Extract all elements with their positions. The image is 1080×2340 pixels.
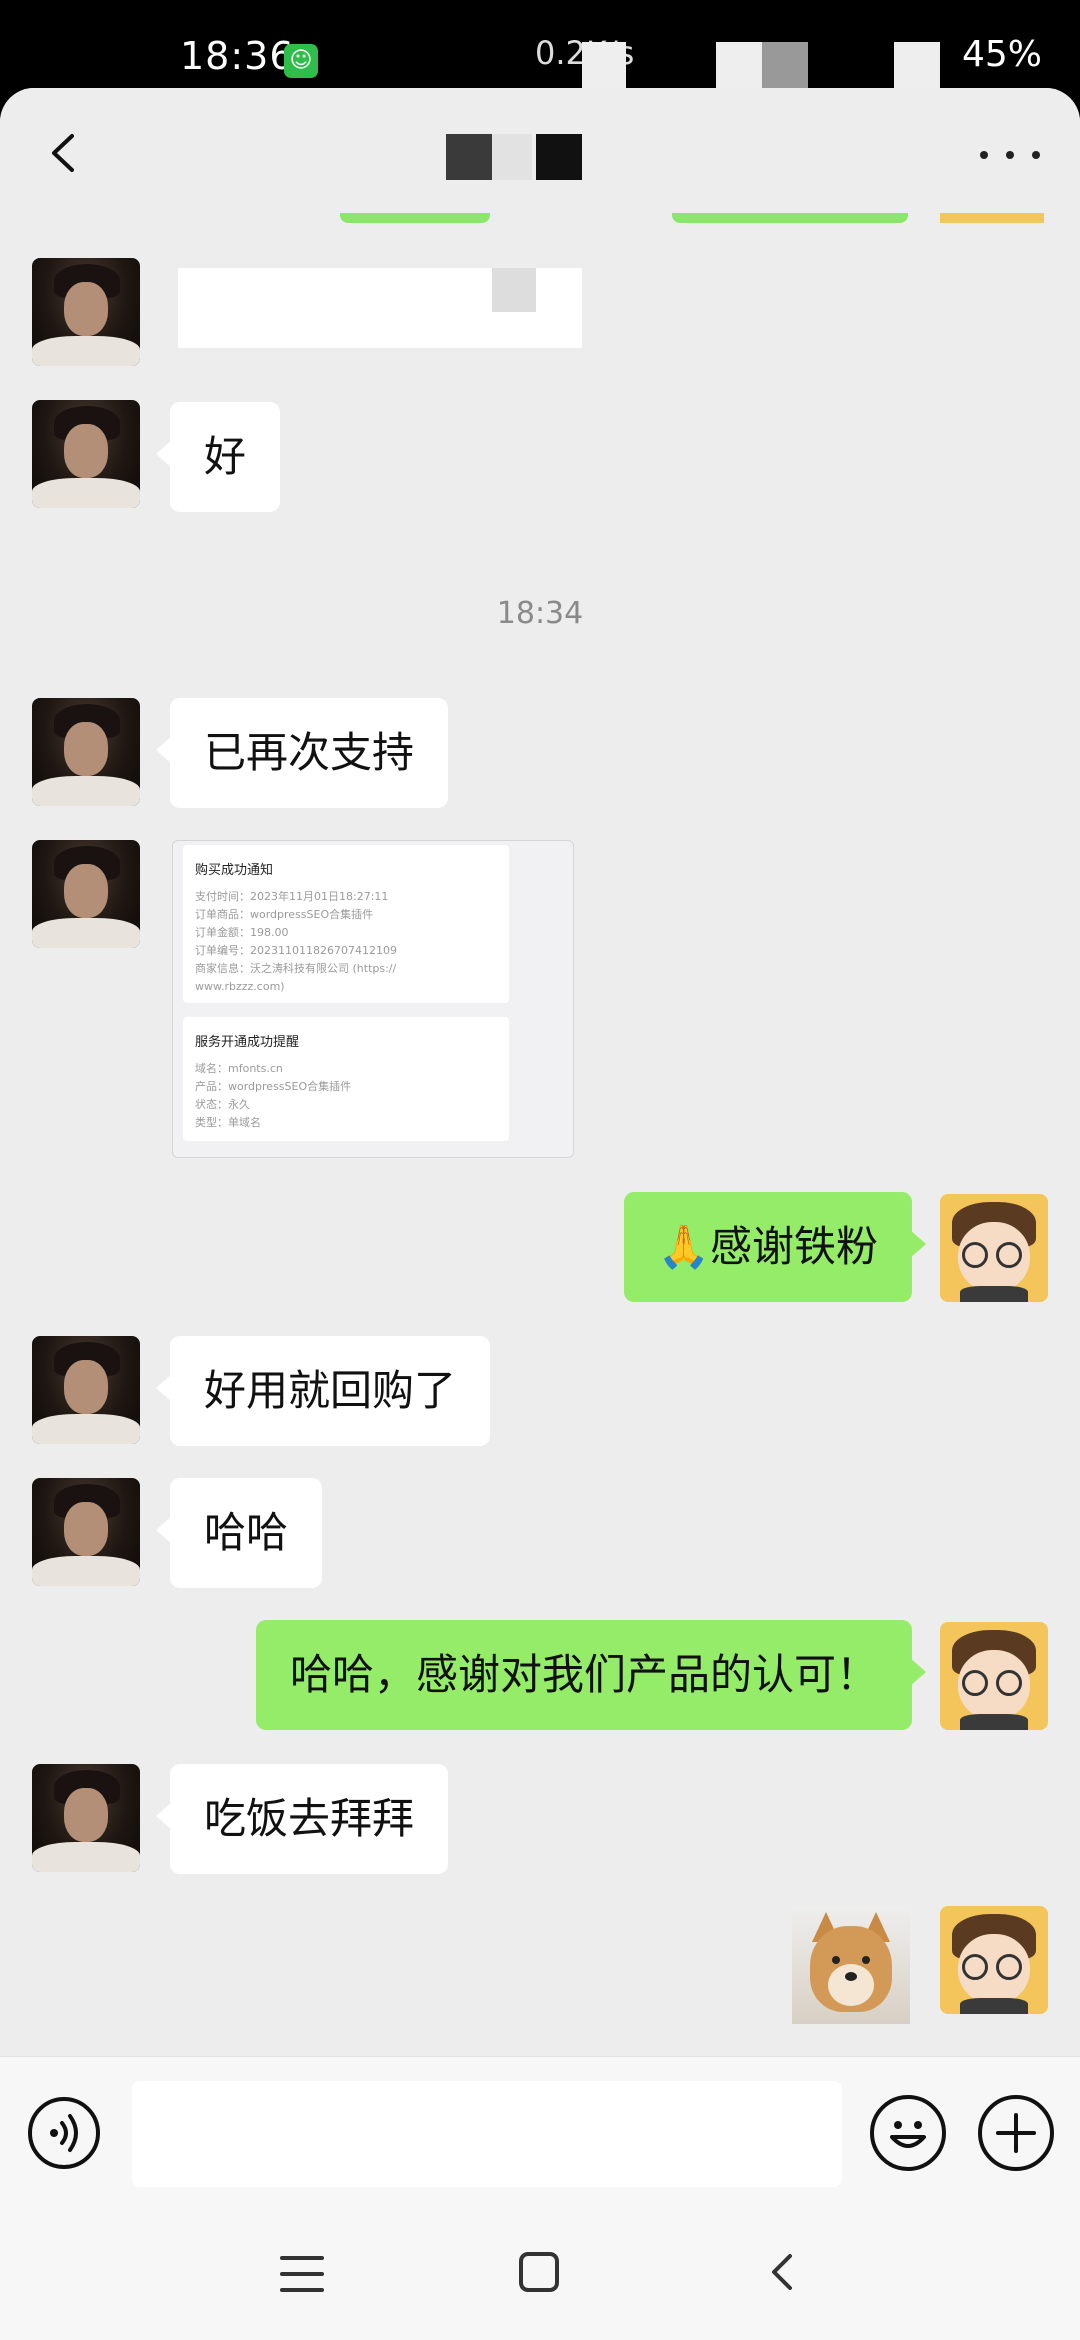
message-bubble-sent[interactable]: 🙏感谢铁粉 xyxy=(623,1192,927,1302)
app-notification-icon: ☺ xyxy=(284,44,318,78)
service-card: 服务开通成功提醒 域名：mfonts.cn 产品：wordpressSEO合集插… xyxy=(183,1017,509,1141)
voice-icon xyxy=(50,2114,78,2152)
redacted-status-block xyxy=(716,42,762,90)
message-bubble-received[interactable]: 好 xyxy=(155,402,281,512)
previous-avatar xyxy=(940,213,1044,223)
chat-timestamp: 18:34 xyxy=(496,596,584,631)
redacted-message[interactable] xyxy=(178,268,582,348)
contact-avatar[interactable] xyxy=(32,1336,140,1444)
message-bubble-received[interactable]: 哈哈 xyxy=(155,1478,323,1588)
plus-icon xyxy=(996,2113,1036,2153)
purchase-line: 订单金额：198.00 xyxy=(195,926,289,939)
purchase-line: 商家信息：沃之涛科技有限公司 (https:// xyxy=(195,962,397,975)
more-options-button[interactable] xyxy=(970,124,1050,184)
chevron-left-icon xyxy=(52,134,74,172)
message-text: 哈哈 xyxy=(204,1508,289,1557)
purchase-line: www.rbzzz.com) xyxy=(195,980,285,993)
recent-apps-button[interactable] xyxy=(280,2254,324,2294)
contact-avatar[interactable] xyxy=(32,1478,140,1586)
emoji-button[interactable] xyxy=(870,2095,946,2171)
message-text: 🙏感谢铁粉 xyxy=(657,1222,878,1271)
back-icon xyxy=(772,2254,792,2290)
message-text: 哈哈，感谢对我们产品的认可！ xyxy=(289,1650,878,1699)
emoji-icon xyxy=(890,2121,926,2148)
redacted-status-block xyxy=(762,42,808,90)
back-button[interactable] xyxy=(30,118,100,188)
status-time: 18:36 xyxy=(180,34,295,78)
system-navigation-bar xyxy=(0,2202,1080,2340)
chat-screen: 好 18:34 已再次支持 购买成功通知 支付时间：2023年11月01日18:… xyxy=(0,88,1080,2340)
my-avatar[interactable] xyxy=(940,1194,1048,1302)
system-back-button[interactable] xyxy=(758,2246,810,2298)
message-text: 已再次支持 xyxy=(204,728,415,777)
service-line: 状态：永久 xyxy=(195,1098,250,1111)
redacted-status-block xyxy=(582,42,626,90)
home-button[interactable] xyxy=(519,2252,559,2292)
redacted-block xyxy=(536,134,582,180)
redacted-block xyxy=(492,134,532,180)
redacted-status-block xyxy=(894,42,940,90)
contact-avatar[interactable] xyxy=(32,698,140,806)
shiba-dog-sticker[interactable] xyxy=(792,1906,910,2024)
previous-message-bubble xyxy=(340,213,490,223)
contact-avatar[interactable] xyxy=(32,840,140,948)
contact-avatar[interactable] xyxy=(32,1764,140,1872)
redacted-block xyxy=(446,134,492,180)
purchase-card: 购买成功通知 支付时间：2023年11月01日18:27:11 订单商品：wor… xyxy=(183,845,509,1003)
service-line: 产品：wordpressSEO合集插件 xyxy=(195,1080,352,1093)
my-avatar[interactable] xyxy=(940,1622,1048,1730)
message-text: 吃饭去拜拜 xyxy=(204,1794,415,1843)
message-input-bar xyxy=(0,2056,1080,2202)
service-line: 域名：mfonts.cn xyxy=(195,1062,283,1075)
my-avatar[interactable] xyxy=(940,1906,1048,2014)
message-bubble-received[interactable]: 已再次支持 xyxy=(155,698,449,808)
message-bubble-sent[interactable]: 哈哈，感谢对我们产品的认可！ xyxy=(255,1620,927,1730)
previous-message-bubble xyxy=(672,213,908,223)
service-title: 服务开通成功提醒 xyxy=(195,1035,300,1050)
message-bubble-received[interactable]: 好用就回购了 xyxy=(155,1336,491,1446)
purchase-line: 订单编号：2023110118267074121​09 xyxy=(195,944,397,957)
contact-avatar[interactable] xyxy=(32,400,140,508)
voice-input-button[interactable] xyxy=(28,2097,100,2169)
message-text: 好 xyxy=(204,432,247,481)
message-bubble-received[interactable]: 吃饭去拜拜 xyxy=(155,1764,449,1874)
redacted-block xyxy=(492,268,536,312)
purchase-line: 订单商品：wordpressSEO合集插件 xyxy=(195,908,374,921)
battery-level: 45% xyxy=(962,34,1043,75)
purchase-title: 购买成功通知 xyxy=(195,863,274,878)
purchase-line: 支付时间：2023年11月01日18:27:11 xyxy=(195,890,389,903)
contact-avatar[interactable] xyxy=(32,258,140,366)
receipt-image-message[interactable]: 购买成功通知 支付时间：2023年11月01日18:27:11 订单商品：wor… xyxy=(172,840,574,1158)
message-text: 好用就回购了 xyxy=(204,1366,457,1415)
message-input[interactable] xyxy=(132,2081,842,2187)
more-functions-button[interactable] xyxy=(978,2095,1054,2171)
service-line: 类型：单域名 xyxy=(195,1116,261,1129)
chat-header xyxy=(0,88,1080,218)
status-bar: 18:36 ☺ 0.2K/s 45% xyxy=(0,0,1080,90)
